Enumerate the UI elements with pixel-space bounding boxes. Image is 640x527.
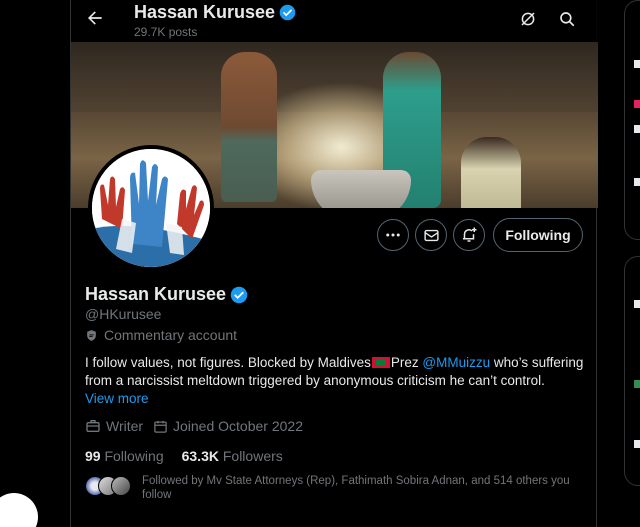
following-button[interactable]: Following [493, 218, 583, 252]
banner-figure-man [221, 52, 277, 202]
more-dots-icon [386, 233, 400, 237]
arrow-left-icon [88, 11, 102, 25]
profile-bio: I follow values, not figures. Blocked by… [85, 354, 585, 390]
sidebar-card [624, 256, 640, 486]
profile-column: Hassan Kurusee 29.7K posts Following Has… [70, 0, 598, 527]
grok-icon [521, 12, 535, 26]
header-name: Hassan Kurusee [134, 2, 296, 23]
profile-category-text: Commentary account [104, 327, 238, 343]
floating-action-button[interactable] [0, 493, 38, 527]
sidebar-icon-fragment [634, 380, 640, 388]
message-button[interactable] [415, 219, 447, 251]
profile-category: Commentary account [85, 327, 237, 343]
follow-stats: 99 Following 63.3K Followers [85, 448, 283, 464]
followed-by-text: Followed by Mv State Attorneys (Rep), Fa… [142, 475, 570, 501]
banner-figure-girl [461, 137, 521, 208]
banner-pot [311, 170, 411, 208]
profile-avatar[interactable] [88, 145, 214, 271]
profile-name: Hassan Kurusee [85, 284, 248, 305]
right-sidebar [610, 0, 640, 527]
verified-badge-icon[interactable] [230, 286, 248, 304]
bio-mention-link[interactable]: @MMuizzu [422, 355, 490, 370]
following-stat-link[interactable]: 99 Following [85, 448, 164, 464]
search-icon [560, 12, 575, 27]
joined-text: Joined October 2022 [173, 418, 303, 434]
followers-label: Followers [222, 448, 283, 464]
sidebar-text-fragment [634, 178, 640, 186]
grok-button[interactable] [517, 8, 539, 30]
followers-stat-link[interactable]: 63.3K Followers [182, 448, 283, 464]
profile-name-text: Hassan Kurusee [85, 284, 227, 304]
maldives-flag-icon [371, 357, 390, 368]
followers-count: 63.3K [181, 448, 219, 464]
follower-avatar [111, 476, 131, 496]
followed-by-avatars [85, 476, 131, 496]
briefcase-icon [86, 420, 100, 432]
sidebar-text-fragment [634, 125, 640, 133]
sidebar-text-fragment [634, 300, 640, 308]
profession-item: Writer [85, 418, 143, 434]
sidebar-card [624, 0, 640, 240]
joined-item: Joined October 2022 [153, 418, 303, 434]
more-options-button[interactable] [377, 219, 409, 251]
post-count: 29.7K posts [134, 25, 198, 39]
sidebar-text-fragment [634, 440, 640, 448]
bio-text-1: I follow values, not figures. Blocked by… [85, 355, 371, 370]
bio-text-2: Prez [390, 355, 423, 370]
following-label: Following [104, 448, 164, 464]
profile-header-bar: Hassan Kurusee 29.7K posts [71, 0, 598, 42]
sidebar-text-fragment [634, 60, 640, 68]
verified-badge-icon [279, 4, 296, 21]
followed-by-section[interactable]: Followed by Mv State Attorneys (Rep), Fa… [85, 474, 585, 502]
bell-plus-icon [463, 227, 477, 242]
view-more-link[interactable]: View more [85, 391, 149, 406]
profession-text: Writer [106, 418, 144, 434]
sidebar-flag-fragment [634, 100, 640, 108]
search-button[interactable] [556, 8, 578, 30]
back-button[interactable] [83, 6, 107, 30]
header-name-text: Hassan Kurusee [134, 2, 276, 22]
hands-logo-image [92, 149, 210, 267]
notifications-bell-button[interactable] [453, 219, 485, 251]
shield-badge-icon [87, 329, 96, 341]
profile-handle: @HKurusee [85, 306, 162, 322]
following-count: 99 [85, 448, 101, 464]
envelope-icon [423, 229, 439, 241]
calendar-icon [154, 420, 167, 433]
